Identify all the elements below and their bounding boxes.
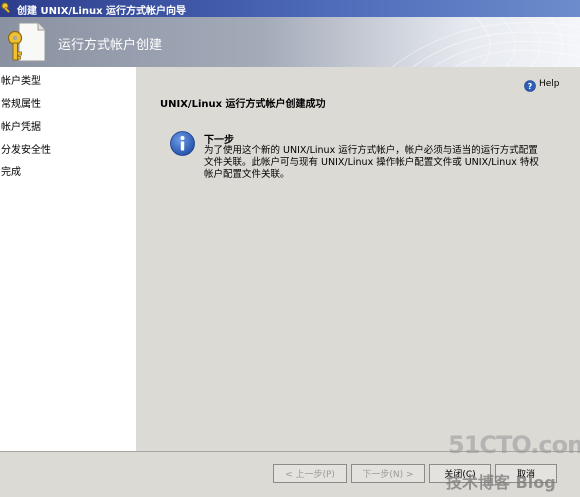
help-label: Help (539, 79, 560, 89)
decorative-swirl (391, 17, 580, 67)
next-button[interactable]: 下一步(N) > (351, 464, 425, 483)
nav-item-account-type[interactable]: 帐户类型 (1, 72, 41, 87)
watermark-subtitle: 技术博客 Blog (446, 473, 556, 492)
key-document-icon (7, 22, 46, 62)
help-icon: ? (524, 80, 536, 92)
wizard-header: 运行方式帐户创建 (0, 17, 580, 67)
key-icon (1, 2, 11, 14)
watermark-logo-text: 51CTO.com (448, 431, 580, 459)
nav-item-general-properties[interactable]: 常规属性 (1, 95, 41, 110)
nav-item-completion[interactable]: 完成 (1, 163, 21, 178)
help-link[interactable]: ? Help (524, 79, 570, 93)
header-title: 运行方式帐户创建 (58, 38, 163, 53)
previous-button[interactable]: < 上一步(P) (273, 464, 347, 483)
nav-item-distribution-security[interactable]: 分发安全性 (1, 141, 51, 156)
svg-text:?: ? (528, 82, 533, 91)
title-bar[interactable]: 创建 UNIX/Linux 运行方式帐户向导 (0, 0, 580, 17)
window-title: 创建 UNIX/Linux 运行方式帐户向导 (17, 6, 187, 17)
next-step-description: 为了使用这个新的 UNIX/Linux 运行方式帐户，帐户必须与适当的运行方式配… (204, 145, 539, 180)
wizard-content-panel: ? Help UNIX/Linux 运行方式帐户创建成功 下一步 为了使用这个新… (136, 67, 580, 451)
wizard-steps-nav: 帐户类型 常规属性 帐户凭据 分发安全性 完成 (0, 67, 136, 451)
nav-item-account-credentials[interactable]: 帐户凭据 (1, 118, 41, 133)
next-step-title: 下一步 (204, 135, 234, 146)
success-heading: UNIX/Linux 运行方式帐户创建成功 (160, 99, 326, 110)
info-icon (170, 131, 195, 156)
